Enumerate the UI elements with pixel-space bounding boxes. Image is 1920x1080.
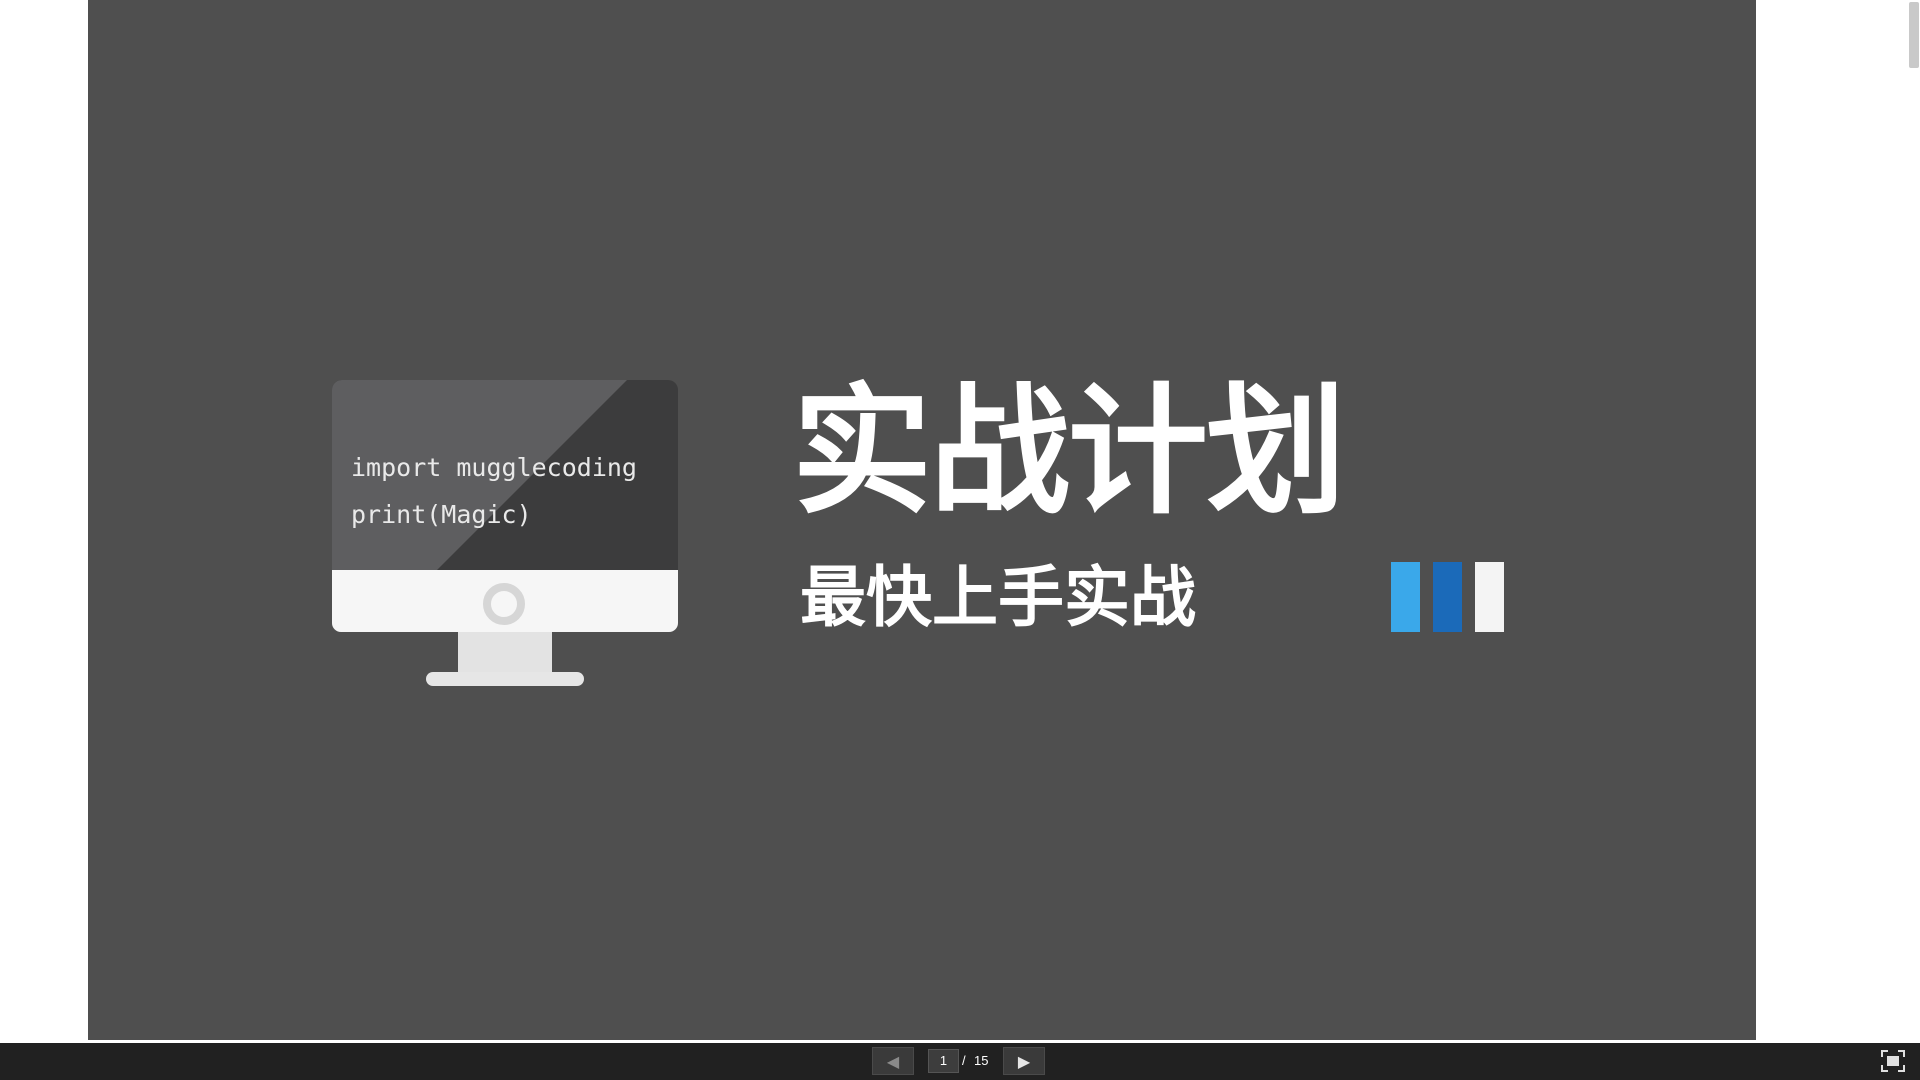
fullscreen-icon[interactable]: [1880, 1049, 1906, 1073]
monitor-stand: [458, 632, 552, 672]
scrollbar-thumb[interactable]: [1909, 2, 1919, 68]
arrow-left-icon: ◀: [886, 1051, 900, 1071]
arrow-right-icon: ▶: [1017, 1051, 1031, 1071]
presentation-viewer: import mugglecoding print(Magic) 实战计划 最快…: [0, 0, 1920, 1080]
next-page-button[interactable]: ▶: [1003, 1047, 1045, 1075]
monitor-screen: import mugglecoding print(Magic): [332, 380, 678, 570]
monitor-base: [426, 672, 584, 686]
code-line-2: print(Magic): [351, 500, 532, 529]
code-line-1: import mugglecoding: [351, 453, 637, 482]
slide-subtitle: 最快上手实战: [800, 559, 1196, 636]
vertical-scrollbar[interactable]: [1906, 0, 1920, 1040]
bottom-toolbar: ◀ 1 / 15 ▶: [0, 1043, 1920, 1080]
bar-light-blue: [1391, 562, 1420, 632]
current-page-input[interactable]: 1: [928, 1049, 959, 1073]
total-pages: 15: [974, 1053, 989, 1068]
previous-page-button[interactable]: ◀: [872, 1047, 914, 1075]
page-separator: /: [962, 1053, 966, 1068]
monitor-illustration: import mugglecoding print(Magic): [332, 380, 678, 690]
bar-white: [1475, 562, 1504, 632]
power-button-icon: [483, 583, 525, 625]
monitor-bezel: [332, 570, 678, 632]
slide-title: 实战计划: [792, 371, 1346, 534]
slide: import mugglecoding print(Magic) 实战计划 最快…: [88, 0, 1756, 1040]
code-snippet: import mugglecoding print(Magic): [351, 444, 637, 538]
bar-dark-blue: [1433, 562, 1462, 632]
